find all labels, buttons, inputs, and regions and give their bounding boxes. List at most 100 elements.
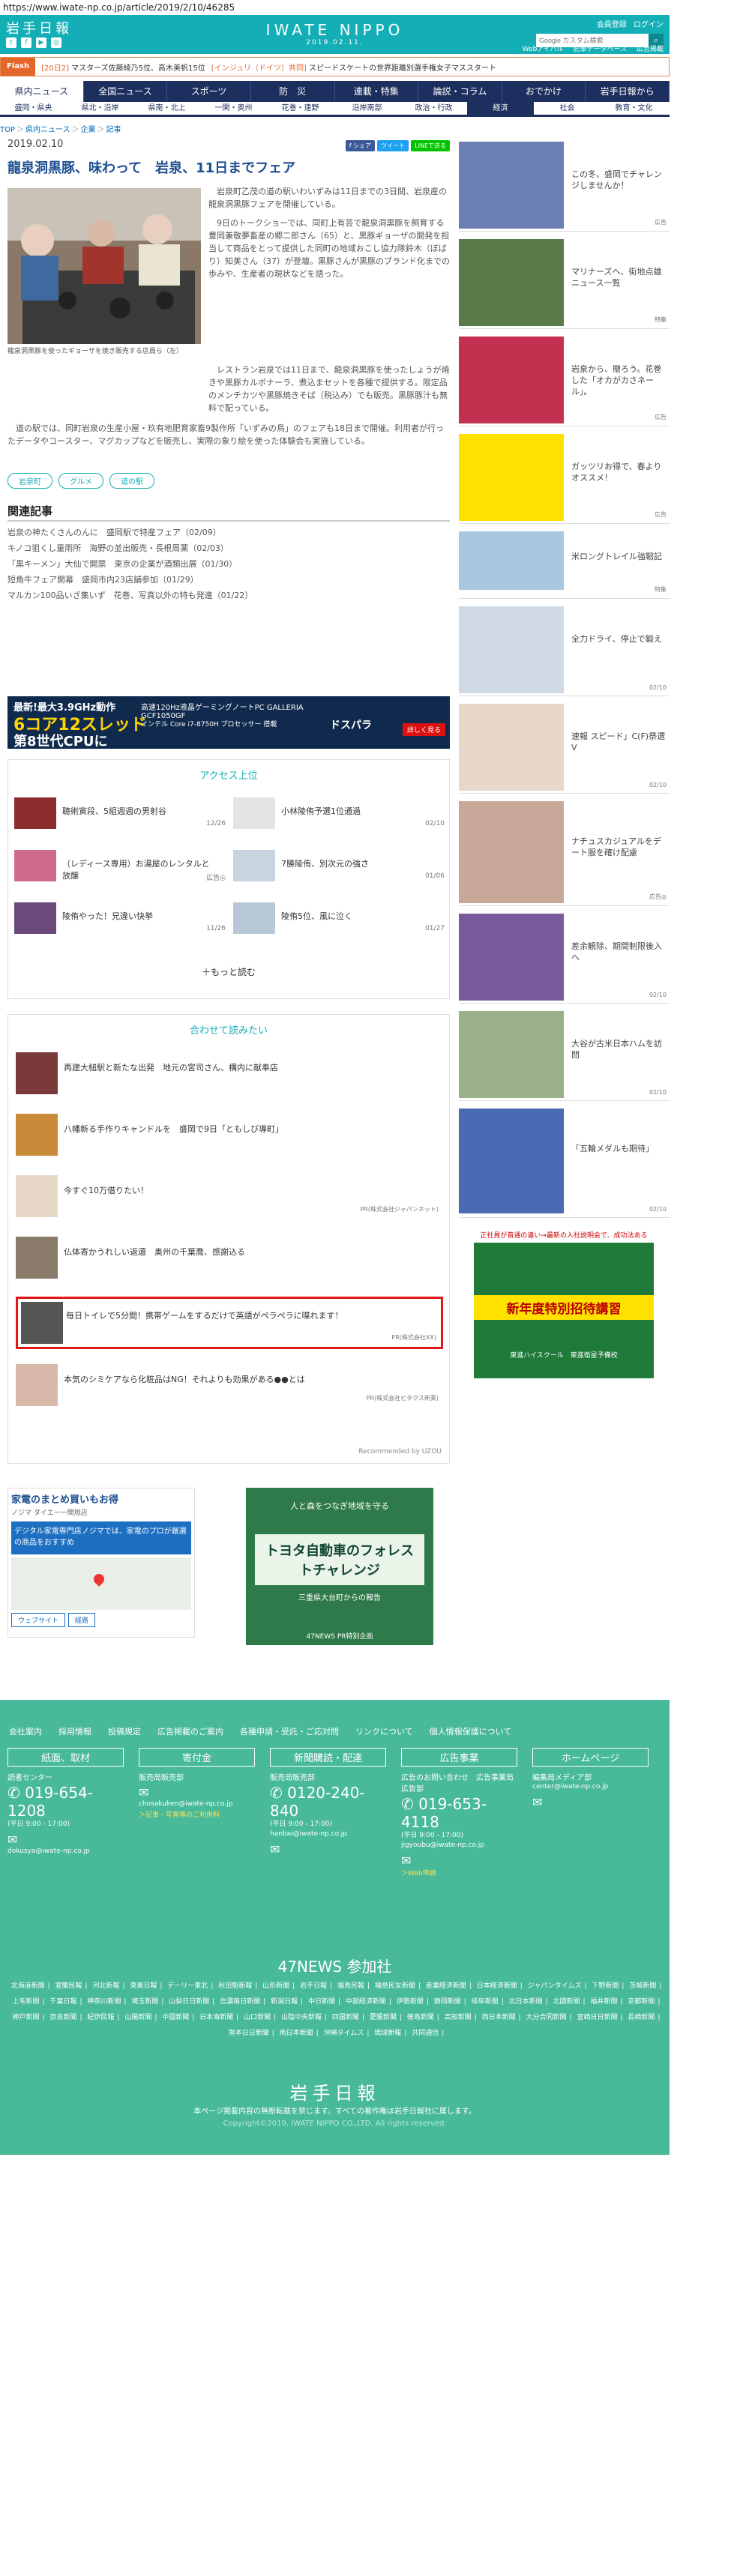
ad-banner[interactable]: 最新!最大3.9GHz動作 6コア12スレッド 第8世代CPUに 高速120Hz…: [7, 696, 450, 749]
footer-link[interactable]: 投稿規定: [108, 1725, 141, 1737]
nav-national-news[interactable]: 全国ニュース: [84, 81, 168, 102]
member-link[interactable]: 山陽新聞: [124, 2014, 151, 2021]
subnav-item[interactable]: 一関・奥州: [200, 102, 267, 115]
nav-outings[interactable]: おでかけ: [502, 81, 586, 102]
member-link[interactable]: 南日本新聞: [280, 2030, 313, 2037]
member-link[interactable]: 京都新聞: [628, 1998, 655, 2006]
sidebar-item[interactable]: ナチュスカジュアルをデート服を確け配慮 広告◎: [459, 798, 670, 906]
sidebar-item[interactable]: 速報 スピード」C(F)祭選Ⅴ 02/10: [459, 701, 670, 794]
member-link[interactable]: 高知新聞: [445, 2014, 472, 2021]
rank-item[interactable]: 陵侑5位、風に泣く 01/27: [233, 902, 445, 941]
flash-item[interactable]: [20日2] マスターズ佐藤綺乃5位、高木美帆15位: [41, 61, 205, 73]
member-link[interactable]: 山口新聞: [244, 2014, 271, 2021]
rec-item[interactable]: 八幡新る手作りキャンドルを 盛岡で9日「ともしび導町」: [16, 1114, 443, 1159]
member-link[interactable]: 室蘭民報: [55, 1982, 82, 1990]
subnav-item[interactable]: 沿岸南部: [334, 102, 400, 115]
member-link[interactable]: 長崎新聞: [628, 2014, 655, 2021]
nav-local-news[interactable]: 県内ニュース: [0, 81, 84, 102]
member-link[interactable]: 福井新聞: [590, 1998, 617, 2006]
member-link[interactable]: 日本経済新聞: [477, 1982, 517, 1990]
line-share-button[interactable]: LINEで送る: [411, 140, 450, 151]
rank-item[interactable]: 小林陵侑予選1位通過 02/10: [233, 797, 445, 836]
rec-item-highlighted[interactable]: 毎日トイレで5分間！携帯ゲームをするだけで英語がペラペラに喋れます！ PR(株式…: [16, 1297, 443, 1349]
related-link[interactable]: 短角牛フェア開幕 盛岡市内23店舗参加（01/29）: [7, 572, 450, 588]
subnav-item[interactable]: 政治・行政: [400, 102, 467, 115]
member-link[interactable]: 北海道新聞: [11, 1982, 45, 1990]
member-link[interactable]: 信濃毎日新聞: [220, 1998, 260, 2006]
web-apply-link[interactable]: ＞Web申請: [401, 1868, 517, 1877]
tag-chip[interactable]: 道の駅: [109, 473, 154, 489]
sidebar-item[interactable]: 米ロングトレイル強靭記 特集: [459, 528, 670, 599]
member-link[interactable]: 北國新聞: [553, 1998, 580, 2006]
sidebar-item[interactable]: 大谷が古米日本ハムを訪問 02/10: [459, 1008, 670, 1101]
usage-link[interactable]: ＞記事・写真等のご利用料: [139, 1809, 255, 1819]
crumb-local[interactable]: 県内ニュース: [25, 126, 70, 134]
rank-item[interactable]: （レディース専用）お湯屋のレンタルと放醸 広告◎: [14, 850, 226, 889]
subnav-item[interactable]: 花巻・遠野: [267, 102, 334, 115]
nav-disaster[interactable]: 防 災: [251, 81, 335, 102]
nav-from-nippo[interactable]: 岩手日報から: [586, 81, 670, 102]
related-link[interactable]: マルカン100品いざ集いず 花巻、写真以外の特も発進（01/22）: [7, 588, 450, 603]
footer-link[interactable]: 会社案内: [9, 1725, 42, 1737]
sidebar-item[interactable]: ガッツリお得で、春よりオススメ！ 広告: [459, 431, 670, 524]
article-photo[interactable]: [7, 188, 201, 344]
sub-link-1[interactable]: Webアイバル: [523, 46, 564, 53]
related-link[interactable]: 岩泉の神たくさんのんに 盛岡駅で特産フェア（02/09）: [7, 525, 450, 540]
route-button[interactable]: 経路: [68, 1613, 96, 1627]
member-link[interactable]: 西日本新聞: [482, 2014, 516, 2021]
twitter-icon[interactable]: t: [6, 37, 16, 48]
mail-icon[interactable]: ✉: [139, 1785, 255, 1800]
site-logo[interactable]: 岩手日報: [6, 18, 72, 37]
member-link[interactable]: 神奈川新聞: [87, 1998, 121, 2006]
youtube-icon[interactable]: ▶: [36, 37, 46, 48]
facebook-icon[interactable]: f: [21, 37, 31, 48]
nav-features[interactable]: 連載・特集: [335, 81, 419, 102]
crumb-business[interactable]: 企業: [81, 126, 96, 134]
member-link[interactable]: 愛媛新聞: [370, 2014, 397, 2021]
member-link[interactable]: 熊本日日新聞: [229, 2030, 269, 2037]
powered-by[interactable]: Recommended by UZOU: [358, 1448, 442, 1456]
member-link[interactable]: 神戸新聞: [13, 2014, 40, 2021]
member-link[interactable]: 岩手日報: [300, 1982, 327, 1990]
ad-toyota[interactable]: 人と森をつなぎ地域を守る トヨタ自動車のフォレストチャレンジ 三重県大台町からの…: [246, 1488, 433, 1645]
related-link[interactable]: 「黒キーメン」大仙で開票 東京の企業が酒類出展（01/30）: [7, 556, 450, 572]
member-link[interactable]: 共同通信: [412, 2030, 439, 2037]
instagram-icon[interactable]: ◎: [51, 37, 61, 48]
crumb-top[interactable]: TOP: [0, 126, 15, 134]
email-link[interactable]: dokusya@iwate-np.co.jp: [7, 1847, 124, 1856]
login-link[interactable]: ログイン: [634, 21, 664, 29]
member-link[interactable]: 岐阜新聞: [472, 1998, 499, 2006]
member-link[interactable]: 伊勢新聞: [397, 1998, 424, 2006]
rec-item[interactable]: 再建大槌駅と新たな出発 地元の宮司さん、構内に献奉店: [16, 1052, 443, 1097]
email-link[interactable]: hanbai@iwate-np.co.jp: [270, 1830, 386, 1839]
brand-name[interactable]: IWATE NIPPO: [266, 21, 404, 39]
member-link[interactable]: 静岡新聞: [434, 1998, 461, 2006]
email-link[interactable]: center@iwate-np.co.jp: [532, 1782, 649, 1792]
phone-number[interactable]: ✆ 019-654-1208: [7, 1784, 124, 1820]
member-link[interactable]: 宮崎日日新聞: [577, 2014, 617, 2021]
address-bar[interactable]: https://www.iwate-np.co.jp/article/2019/…: [0, 0, 737, 15]
nav-sports[interactable]: スポーツ: [167, 81, 251, 102]
footer-link[interactable]: 広告掲載のご案内: [157, 1725, 223, 1737]
member-link[interactable]: 沖縄タイムス: [324, 2030, 364, 2037]
sub-link-2[interactable]: 記事データベース: [574, 46, 628, 53]
sidebar-item[interactable]: 全力ドライ、停止で鍛え 02/10: [459, 603, 670, 696]
register-link[interactable]: 会員登録: [597, 21, 627, 29]
sidebar-item[interactable]: この冬、盛岡でチャレンジしませんか！ 広告: [459, 139, 670, 232]
tweet-button[interactable]: ツイート: [377, 140, 409, 151]
member-link[interactable]: ジャパンタイムズ: [528, 1982, 582, 1990]
tag-chip[interactable]: 岩泉町: [7, 473, 52, 489]
sidebar-item[interactable]: 岩泉から、贈ろう。花巻した「オカがカさネール」。 広告: [459, 334, 670, 426]
subnav-item[interactable]: 県北・沿岸: [67, 102, 133, 115]
subnav-item[interactable]: 経済: [467, 102, 534, 115]
footer-link[interactable]: リンクについて: [355, 1725, 413, 1737]
member-link[interactable]: 中日新聞: [308, 1998, 335, 2006]
member-link[interactable]: 秋田魁新報: [218, 1982, 252, 1990]
rec-item[interactable]: 本気のシミケアなら化粧品はNG！それよりも効果がある●●とは PR(株式会社ビタ…: [16, 1364, 443, 1409]
facebook-share-button[interactable]: f シェア: [345, 140, 376, 151]
member-link[interactable]: 茨城新聞: [629, 1982, 656, 1990]
member-link[interactable]: 下野新聞: [592, 1982, 619, 1990]
member-link[interactable]: 中國新聞: [162, 2014, 189, 2021]
ad-detail-button[interactable]: 詳しく見る: [402, 723, 445, 736]
flash-item[interactable]: [インジュリ（ドイツ）共同] スピードスケートの世界距離別選手権女子マススタート: [211, 61, 496, 73]
